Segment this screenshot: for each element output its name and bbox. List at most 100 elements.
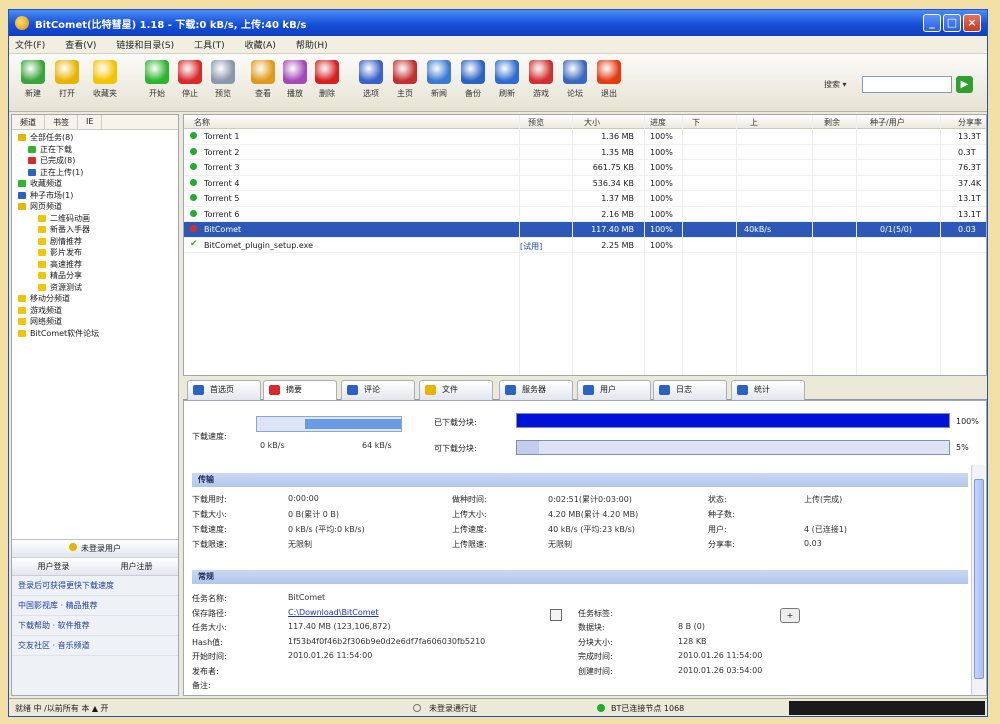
tree-item[interactable]: 移动分频道 xyxy=(12,293,178,305)
tab-6[interactable]: 日志 xyxy=(653,380,727,400)
toolbar-button-4[interactable]: 停止 xyxy=(172,58,208,108)
search-go-icon[interactable]: ▶ xyxy=(956,76,973,93)
promo-link[interactable]: 下载帮助 · 软件推荐 xyxy=(12,616,178,636)
tab-label: 首选页 xyxy=(210,385,234,394)
tree-item[interactable]: 收藏频道 xyxy=(12,178,178,190)
tab-0[interactable]: 首选页 xyxy=(187,380,261,400)
tree-item[interactable]: 已完成(8) xyxy=(12,155,178,167)
promo-link[interactable]: 中国影视库 · 精品推荐 xyxy=(12,596,178,616)
toolbar-button-5[interactable]: 预览 xyxy=(205,58,241,108)
toolbar-button-0[interactable]: 新建 xyxy=(15,58,51,108)
tab-4[interactable]: 服务器 xyxy=(499,380,573,400)
tree-item[interactable]: 高速推荐 xyxy=(12,259,178,271)
scrollbar-thumb[interactable] xyxy=(974,479,984,679)
tab-7[interactable]: 统计 xyxy=(731,380,805,400)
minimize-icon[interactable]: _ xyxy=(923,14,941,32)
tree-item[interactable]: 精品分享 xyxy=(12,270,178,282)
column-header-0[interactable]: 名称 xyxy=(194,117,210,128)
info-value: 8 B (0) xyxy=(678,622,705,631)
tree-item[interactable]: 网络频道 xyxy=(12,316,178,328)
available-progress-bar xyxy=(516,440,950,455)
tree-item[interactable]: 剧情推荐 xyxy=(12,236,178,248)
info-value[interactable]: C:\Download\BitComet xyxy=(288,608,379,617)
tree-item[interactable]: 新番入手器 xyxy=(12,224,178,236)
column-header-7[interactable]: 种子/用户 xyxy=(870,117,905,128)
toolbar-button-10[interactable]: 主页 xyxy=(387,58,423,108)
tree-item[interactable]: 全部任务(8) xyxy=(12,132,178,144)
column-header-2[interactable]: 大小 xyxy=(584,117,600,128)
toolbar-button-9[interactable]: 选项 xyxy=(353,58,389,108)
tree-item[interactable]: 正在上传(1) xyxy=(12,167,178,179)
login-button[interactable]: 用户登录 xyxy=(38,558,70,575)
toolbar-button-13[interactable]: 刷新 xyxy=(489,58,525,108)
toolbar-button-2[interactable]: 收藏夹 xyxy=(87,58,123,108)
toolbar-button-15[interactable]: 论坛 xyxy=(557,58,593,108)
table-row[interactable]: Torrent 3 661.75 KB 100% 76.3T xyxy=(184,160,986,176)
table-row[interactable]: ✔ BitComet_plugin_setup.exe [试用] 2.25 MB 100… xyxy=(184,238,986,253)
info-value: 2010.01.26 11:54:00 xyxy=(288,651,373,660)
menu-item-0[interactable]: 文件(F) xyxy=(15,38,45,51)
toolbar-button-7[interactable]: 播放 xyxy=(277,58,313,108)
table-row[interactable]: Torrent 5 1.37 MB 100% 13.1T xyxy=(184,191,986,207)
table-row[interactable]: Torrent 4 536.34 KB 100% 37.4K xyxy=(184,176,986,191)
promo-link[interactable]: 交友社区 · 音乐频道 xyxy=(12,636,178,656)
title-bar[interactable]: BitComet(比特彗星) 1.18 - 下载:0 kB/s, 上传:40 k… xyxy=(9,10,987,36)
speed-limit-slider[interactable] xyxy=(256,416,402,432)
column-header-5[interactable]: 上 xyxy=(750,117,758,128)
column-header-3[interactable]: 进度 xyxy=(650,117,666,128)
copy-path-icon[interactable] xyxy=(550,609,562,621)
toolbar-button-3[interactable]: 开始 xyxy=(139,58,175,108)
sidebar-tab-1[interactable]: 书签 xyxy=(45,115,78,129)
tag-edit-icon[interactable]: + xyxy=(780,608,800,623)
search-engine-label[interactable]: 搜索 ▾ xyxy=(824,79,847,90)
tree-item[interactable]: 影片发布 xyxy=(12,247,178,259)
tab-3[interactable]: 文件 xyxy=(419,380,493,400)
general-section-header: 常规 xyxy=(192,570,968,584)
column-header-6[interactable]: 剩余 xyxy=(824,117,840,128)
tree-item[interactable]: 游戏频道 xyxy=(12,305,178,317)
maximize-icon[interactable]: □ xyxy=(943,14,961,32)
column-header-8[interactable]: 分享率 xyxy=(958,117,982,128)
toolbar-button-8[interactable]: 删除 xyxy=(309,58,345,108)
column-header-1[interactable]: 预览 xyxy=(528,117,544,128)
status-passport[interactable]: 未登录通行证 xyxy=(429,703,477,714)
close-icon[interactable]: × xyxy=(963,14,981,32)
promo-link[interactable]: 登录后可获得更快下载速度 xyxy=(12,576,178,596)
search-input[interactable] xyxy=(862,76,952,93)
toolbar-button-12[interactable]: 备份 xyxy=(455,58,491,108)
folder-icon xyxy=(18,306,26,314)
menu-item-3[interactable]: 工具(T) xyxy=(194,38,225,51)
tree-item[interactable]: 网页频道 xyxy=(12,201,178,213)
passport-icon xyxy=(413,704,421,712)
detail-scrollbar[interactable] xyxy=(971,465,985,695)
tree-item[interactable]: BitComet软件论坛 xyxy=(12,328,178,340)
sidebar-tab-0[interactable]: 频道 xyxy=(12,115,45,129)
tree-item[interactable]: 二维码动画 xyxy=(12,213,178,225)
tree-item[interactable]: 资源测试 xyxy=(12,282,178,294)
register-button[interactable]: 用户注册 xyxy=(121,558,153,575)
table-row[interactable]: Torrent 1 1.36 MB 100% 13.3T xyxy=(184,129,986,145)
toolbar-button-11[interactable]: 新闻 xyxy=(421,58,457,108)
table-row[interactable]: BitComet 117.40 MB 100% 40kB/s 0/1(5/0) 0.03 xyxy=(184,222,986,238)
tab-1[interactable]: 摘要 xyxy=(263,380,337,401)
task-name: Torrent 2 xyxy=(204,147,240,157)
toolbar-button-6[interactable]: 查看 xyxy=(245,58,281,108)
table-row[interactable]: Torrent 6 2.16 MB 100% 13.1T xyxy=(184,207,986,222)
toolbar-button-14[interactable]: 游戏 xyxy=(523,58,559,108)
menu-item-4[interactable]: 收藏(A) xyxy=(245,38,276,51)
users-button[interactable]: 未登录用户 xyxy=(12,540,178,558)
menu-item-2[interactable]: 链接和目录(S) xyxy=(116,38,174,51)
stop-icon xyxy=(178,60,202,84)
tab-2[interactable]: 评论 xyxy=(341,380,415,400)
tree-item[interactable]: 种子市场(1) xyxy=(12,190,178,202)
toolbar-button-16[interactable]: 退出 xyxy=(591,58,627,108)
table-row[interactable]: Torrent 2 1.35 MB 100% 0.3T xyxy=(184,145,986,160)
sidebar-tab-2[interactable]: IE xyxy=(78,115,103,129)
tab-5[interactable]: 用户 xyxy=(577,380,651,400)
tree-item[interactable]: 正在下载 xyxy=(12,144,178,156)
toolbar-button-1[interactable]: 打开 xyxy=(49,58,85,108)
complete-icon xyxy=(190,209,197,217)
menu-item-5[interactable]: 帮助(H) xyxy=(296,38,328,51)
menu-item-1[interactable]: 查看(V) xyxy=(65,38,96,51)
column-header-4[interactable]: 下 xyxy=(692,117,700,128)
